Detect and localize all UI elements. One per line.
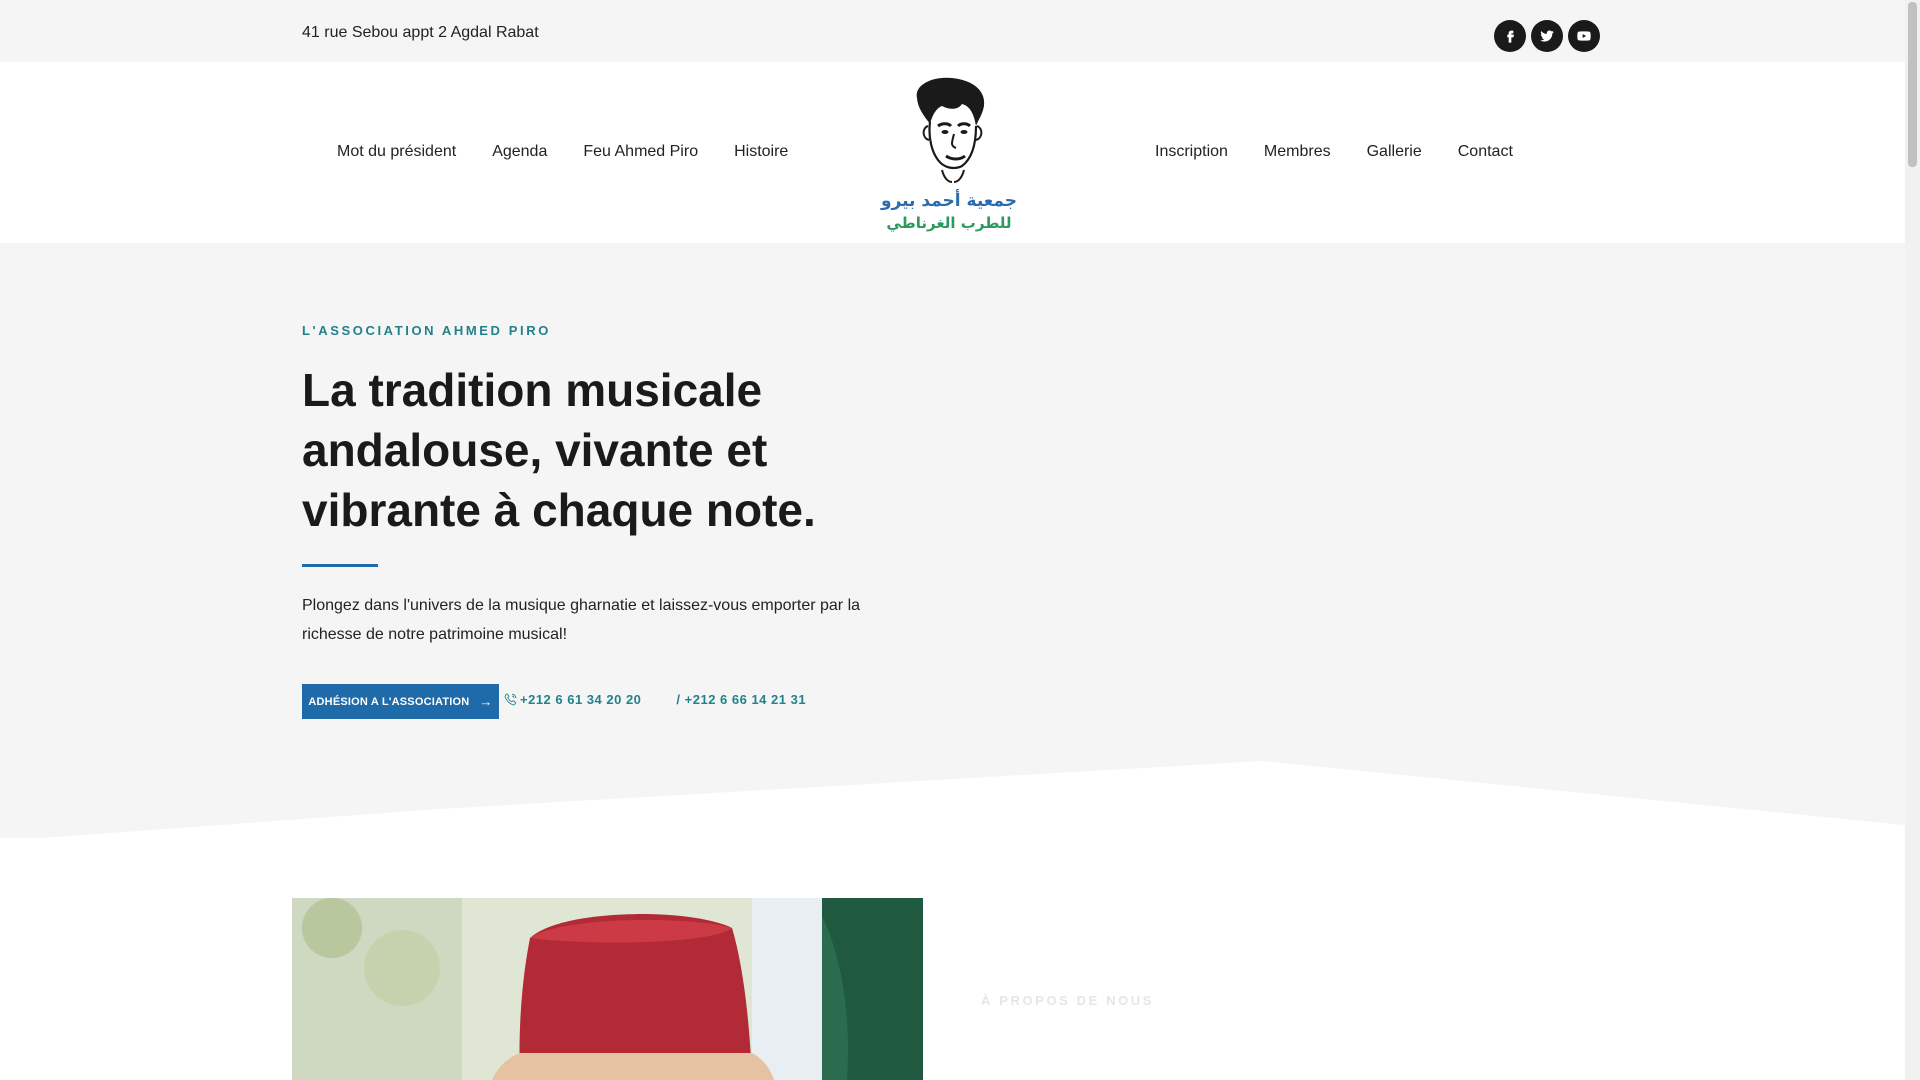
association-logo[interactable]: جمعية أحمد بيرو للطرب الغرناطي	[872, 76, 1027, 236]
hero-title: La tradition musicale andalouse, vivante…	[302, 364, 816, 536]
youtube-link[interactable]	[1568, 20, 1600, 52]
svg-text:للطرب الغرناطي: للطرب الغرناطي	[886, 214, 1011, 232]
membership-button[interactable]: ADHÉSION A L'ASSOCIATION →	[302, 684, 499, 719]
twitter-link[interactable]	[1531, 20, 1563, 52]
nav-left: Mot du président Agenda Feu Ahmed Piro H…	[337, 143, 788, 161]
about-photo	[292, 898, 923, 1080]
twitter-icon	[1540, 30, 1554, 42]
nav-item-histoire[interactable]: Histoire	[734, 143, 788, 161]
phone-number-1[interactable]: +212 6 61 34 20 20	[520, 692, 641, 707]
facebook-link[interactable]	[1494, 20, 1526, 52]
hero-lead: Plongez dans l'univers de la musique gha…	[302, 597, 861, 643]
nav-item-feu-ahmed-piro[interactable]: Feu Ahmed Piro	[583, 143, 698, 161]
hero-kicker: L'ASSOCIATION AHMED PIRO	[302, 323, 551, 338]
nav-item-membres[interactable]: Membres	[1264, 143, 1331, 161]
arrow-right-icon: →	[479, 694, 493, 709]
page-scrollbar[interactable]	[1905, 0, 1920, 1080]
nav-item-mot-du-president[interactable]: Mot du président	[337, 143, 456, 161]
phone-icon	[504, 693, 517, 706]
top-bar: 41 rue Sebou appt 2 Agdal Rabat	[0, 0, 1905, 62]
nav-item-inscription[interactable]: Inscription	[1155, 143, 1228, 161]
facebook-icon	[1507, 30, 1514, 43]
address-text: 41 rue Sebou appt 2 Agdal Rabat	[302, 24, 539, 41]
membership-button-label: ADHÉSION A L'ASSOCIATION	[308, 695, 470, 708]
nav-item-gallerie[interactable]: Gallerie	[1367, 143, 1422, 161]
section-divider-shape	[0, 761, 1905, 841]
hero-divider	[302, 564, 378, 567]
about-kicker: À PROPOS DE NOUS	[981, 993, 1155, 1008]
phone-numbers: +212 6 61 34 20 20 / +212 6 66 14 21 31	[503, 692, 806, 707]
youtube-icon	[1577, 31, 1591, 41]
nav-right: Inscription Membres Gallerie Contact	[1155, 143, 1513, 161]
phone-number-2[interactable]: / +212 6 66 14 21 31	[676, 692, 806, 707]
svg-text:جمعية أحمد بيرو: جمعية أحمد بيرو	[880, 189, 1017, 211]
scrollbar-thumb[interactable]	[1908, 2, 1917, 167]
hero-section: L'ASSOCIATION AHMED PIRO La tradition mu…	[0, 243, 1905, 841]
nav-item-contact[interactable]: Contact	[1458, 143, 1513, 161]
social-links	[1494, 20, 1600, 52]
nav-item-agenda[interactable]: Agenda	[492, 143, 547, 161]
main-header: Mot du président Agenda Feu Ahmed Piro H…	[0, 62, 1905, 243]
